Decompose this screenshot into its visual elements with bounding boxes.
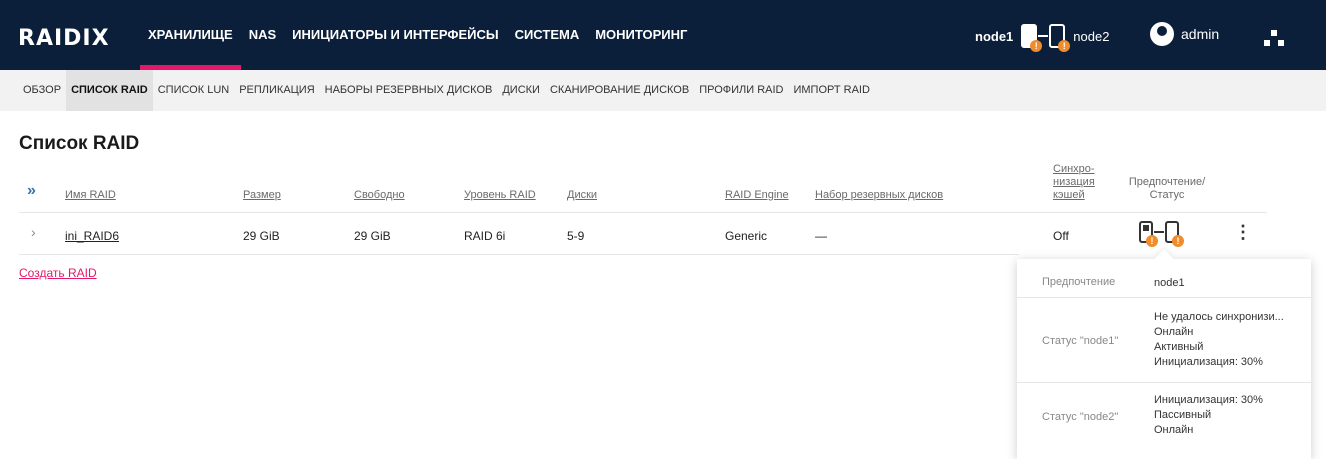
row-divider bbox=[19, 254, 1019, 255]
top-bar: RAIDIX ХРАНИЛИЩЕ NAS ИНИЦИАТОРЫ И ИНТЕРФ… bbox=[0, 0, 1326, 70]
logo-text: RAIDIX bbox=[18, 26, 110, 51]
raid-spare-pool: — bbox=[815, 229, 827, 243]
popup-status2-line: Онлайн bbox=[1154, 424, 1194, 436]
header-cache-sync-line2: низация bbox=[1053, 176, 1095, 188]
cluster-node-top bbox=[1271, 30, 1277, 36]
warning-icon: ! bbox=[1030, 40, 1043, 52]
node1-label: node1 bbox=[975, 28, 1014, 44]
popup-status1-label: Статус "node1" bbox=[1042, 335, 1119, 347]
popup-row-preference: Предпочтение node1 bbox=[1017, 259, 1311, 298]
tab-overview[interactable]: ОБЗОР bbox=[18, 70, 66, 111]
node-link-icon bbox=[1154, 231, 1164, 233]
warning-icon: ! bbox=[1058, 40, 1071, 52]
popup-row-status-node2: Статус "node2" Инициализация: 30% Пассив… bbox=[1017, 383, 1311, 459]
cluster-icon[interactable] bbox=[1264, 30, 1284, 46]
cluster-node-left bbox=[1264, 40, 1270, 46]
row-expand-icon[interactable]: › bbox=[31, 224, 36, 240]
row-menu-icon[interactable]: ⋮ bbox=[1234, 222, 1252, 243]
username: admin bbox=[1181, 26, 1220, 42]
tab-raid-list[interactable]: СПИСОК RAID bbox=[66, 70, 153, 111]
page-title: Список RAID bbox=[19, 133, 140, 154]
nav-system[interactable]: СИСТЕМА bbox=[507, 0, 588, 70]
popup-row-status-node1: Статус "node1" Не удалось синхронизи... … bbox=[1017, 298, 1311, 383]
tab-lun-list[interactable]: СПИСОК LUN bbox=[153, 70, 234, 111]
user-menu[interactable]: admin bbox=[1150, 22, 1219, 46]
node2-server-icon: ! bbox=[1165, 221, 1184, 247]
raid-engine: Generic bbox=[725, 229, 768, 243]
nav-storage[interactable]: ХРАНИЛИЩЕ bbox=[140, 0, 241, 70]
popup-status2-line: Пассивный bbox=[1154, 409, 1212, 421]
raid-free: 29 GiB bbox=[354, 229, 391, 243]
popup-preference-label: Предпочтение bbox=[1042, 276, 1116, 288]
raidix-logo[interactable]: RAIDIX bbox=[18, 26, 110, 51]
node1-server-icon: ! bbox=[1139, 221, 1158, 247]
home-icon bbox=[1143, 225, 1149, 231]
header-spare-pool[interactable]: Набор резервных дисков bbox=[815, 189, 943, 201]
node1-server-icon: ! bbox=[1021, 24, 1043, 52]
tab-replication[interactable]: РЕПЛИКАЦИЯ bbox=[234, 70, 319, 111]
sub-nav: ОБЗОР СПИСОК RAID СПИСОК LUN РЕПЛИКАЦИЯ … bbox=[0, 70, 1326, 111]
node-link-icon bbox=[1038, 35, 1049, 37]
raid-name-link[interactable]: ini_RAID6 bbox=[65, 229, 119, 243]
popup-preference-value: node1 bbox=[1154, 277, 1185, 289]
popup-status1-values: Не удалось синхронизи... Онлайн Активный… bbox=[1154, 310, 1284, 370]
nav-initiators[interactable]: ИНИЦИАТОРЫ И ИНТЕРФЕЙСЫ bbox=[284, 0, 506, 70]
header-divider bbox=[19, 212, 1267, 213]
header-preference-status: Предпочтение/ Статус bbox=[1122, 176, 1212, 202]
tab-disk-scan[interactable]: СКАНИРОВАНИЕ ДИСКОВ bbox=[545, 70, 694, 111]
tab-disks[interactable]: ДИСКИ bbox=[497, 70, 545, 111]
header-engine[interactable]: RAID Engine bbox=[725, 189, 789, 201]
cluster-node-right bbox=[1278, 40, 1284, 46]
popup-status2-label: Статус "node2" bbox=[1042, 411, 1119, 423]
node-status[interactable]: node1 ! ! node2 bbox=[975, 24, 1110, 52]
warning-icon: ! bbox=[1146, 235, 1158, 247]
nav-monitoring[interactable]: МОНИТОРИНГ bbox=[587, 0, 695, 70]
nav-nas[interactable]: NAS bbox=[241, 0, 284, 70]
raid-node-status[interactable]: ! ! bbox=[1139, 221, 1184, 247]
tab-raid-import[interactable]: ИМПОРТ RAID bbox=[788, 70, 874, 111]
header-free[interactable]: Свободно bbox=[354, 189, 405, 201]
user-icon bbox=[1150, 22, 1174, 46]
main-nav: ХРАНИЛИЩЕ NAS ИНИЦИАТОРЫ И ИНТЕРФЕЙСЫ СИ… bbox=[140, 0, 695, 70]
header-cache-sync-line1: Синхро- bbox=[1053, 163, 1095, 175]
popup-status1-line: Онлайн bbox=[1154, 326, 1194, 338]
header-name[interactable]: Имя RAID bbox=[65, 189, 116, 201]
tab-spare-pools[interactable]: НАБОРЫ РЕЗЕРВНЫХ ДИСКОВ bbox=[320, 70, 498, 111]
status-popup: Предпочтение node1 Статус "node1" Не уда… bbox=[1017, 259, 1311, 459]
header-raid-level[interactable]: Уровень RAID bbox=[464, 189, 536, 201]
header-cache-sync[interactable]: Синхро- низация кэшей bbox=[1053, 163, 1095, 202]
tab-raid-profiles[interactable]: ПРОФИЛИ RAID bbox=[694, 70, 788, 111]
popup-status2-values: Инициализация: 30% Пассивный Онлайн bbox=[1154, 393, 1263, 438]
node2-label: node2 bbox=[1073, 28, 1110, 44]
popup-status1-line: Инициализация: 30% bbox=[1154, 356, 1263, 368]
header-disks[interactable]: Диски bbox=[567, 189, 597, 201]
popup-status1-line: Не удалось синхронизи... bbox=[1154, 311, 1284, 323]
node2-server-icon: ! bbox=[1049, 24, 1071, 52]
header-preference-line2: Статус bbox=[1149, 189, 1185, 201]
raid-disks: 5-9 bbox=[567, 229, 585, 243]
raid-level: RAID 6i bbox=[464, 229, 506, 243]
raid-size: 29 GiB bbox=[243, 229, 280, 243]
raid-cache-sync: Off bbox=[1053, 229, 1069, 243]
popup-status1-line: Активный bbox=[1154, 341, 1204, 353]
header-preference-line1: Предпочтение/ bbox=[1128, 176, 1206, 188]
popup-status2-line: Инициализация: 30% bbox=[1154, 394, 1263, 406]
warning-icon: ! bbox=[1172, 235, 1184, 247]
header-size[interactable]: Размер bbox=[243, 189, 281, 201]
header-cache-sync-line3: кэшей bbox=[1053, 189, 1085, 201]
expand-all-icon[interactable]: » bbox=[27, 182, 36, 200]
create-raid-link[interactable]: Создать RAID bbox=[19, 266, 97, 280]
